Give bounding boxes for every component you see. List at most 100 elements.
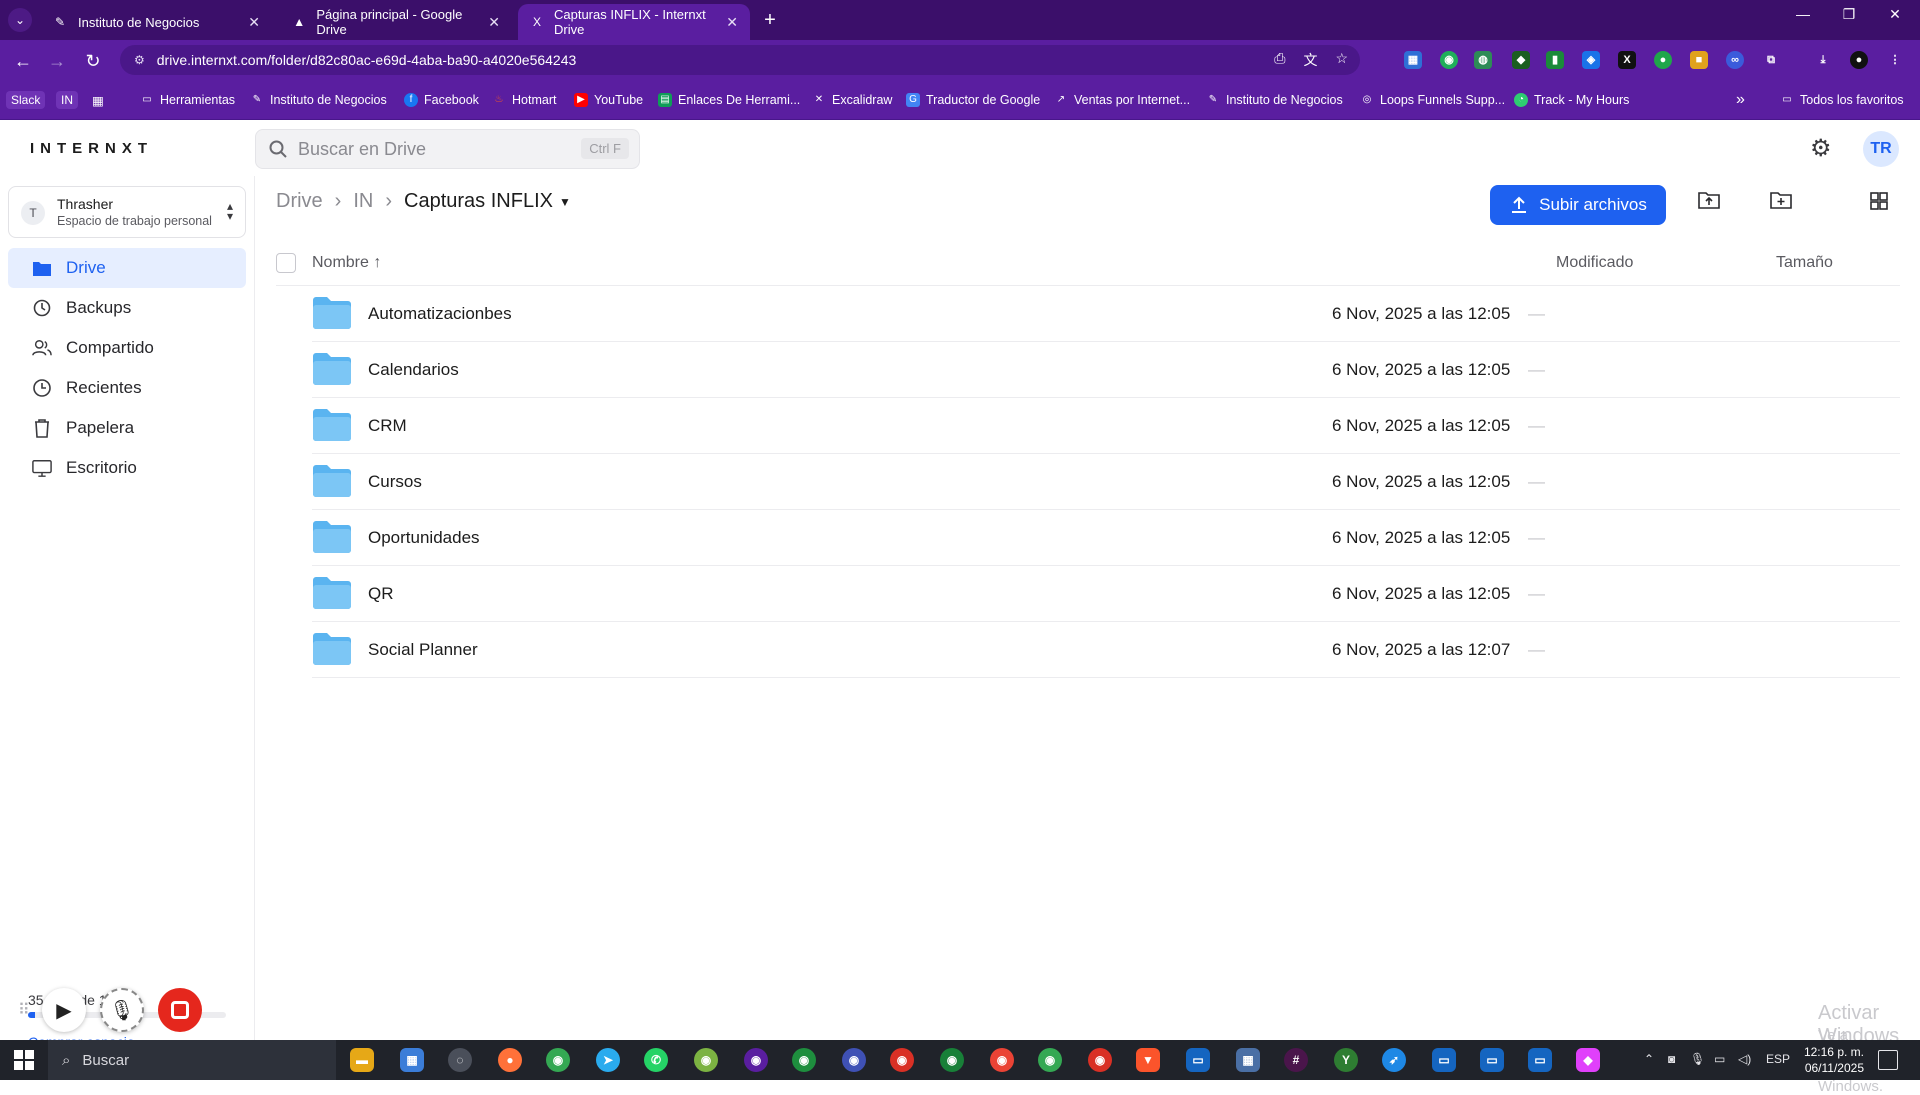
app-icon[interactable]: Y — [1334, 1048, 1358, 1072]
bookmark-herramientas[interactable]: ▭ Herramientas — [140, 90, 235, 110]
sidebar-item-escritorio[interactable]: Escritorio — [8, 448, 246, 488]
chrome-icon[interactable]: ◉ — [744, 1048, 768, 1072]
volume-icon[interactable]: ◁) — [1738, 1052, 1751, 1066]
tray-overflow-icon[interactable]: ⌃ — [1644, 1052, 1654, 1066]
close-icon[interactable]: ✕ — [726, 14, 738, 31]
gear-icon[interactable]: ⚙ — [1810, 134, 1832, 163]
back-icon[interactable]: ← — [10, 48, 36, 74]
language-indicator[interactable]: ESP — [1766, 1052, 1790, 1066]
new-tab-icon[interactable]: + — [758, 8, 782, 32]
extension-icon[interactable]: ◍ — [1474, 51, 1492, 69]
close-icon[interactable]: ✕ — [488, 14, 500, 31]
bookmark-facebook[interactable]: f Facebook — [404, 90, 479, 110]
sidebar-item-recientes[interactable]: Recientes — [8, 368, 246, 408]
sidebar-item-compartido[interactable]: Compartido — [8, 328, 246, 368]
sidebar-item-backups[interactable]: Backups — [8, 288, 246, 328]
table-row[interactable]: Social Planner 6 Nov, 2025 a las 12:07 — — [312, 622, 1900, 678]
select-all-checkbox[interactable] — [276, 253, 296, 273]
bookmark-instituto[interactable]: ✎ Instituto de Negocios — [250, 90, 387, 110]
windows-start-icon[interactable] — [14, 1050, 34, 1070]
calculator-icon[interactable]: ▦ — [1236, 1048, 1260, 1072]
download-icon[interactable]: ⤓ — [1814, 51, 1832, 69]
brave-icon[interactable]: ▼ — [1136, 1048, 1160, 1072]
bookmarks-overflow[interactable]: » — [1736, 90, 1745, 110]
search-input[interactable]: Buscar en Drive Ctrl F — [255, 129, 640, 169]
chrome-icon[interactable]: ◉ — [842, 1048, 866, 1072]
reload-icon[interactable]: ↻ — [80, 48, 106, 74]
app-icon[interactable]: ▭ — [1186, 1048, 1210, 1072]
apps-grid-icon[interactable]: ▦ — [92, 90, 104, 110]
column-name[interactable]: Nombre ↑ — [312, 254, 381, 272]
table-row[interactable]: Cursos 6 Nov, 2025 a las 12:05 — — [312, 454, 1900, 510]
sidebar-item-papelera[interactable]: Papelera — [8, 408, 246, 448]
new-folder-icon[interactable] — [1764, 188, 1798, 222]
internxt-logo[interactable]: INTERNXT — [30, 140, 153, 157]
breadcrumb-drive[interactable]: Drive — [276, 190, 323, 213]
slack-icon[interactable]: # — [1284, 1048, 1308, 1072]
bookmark-enlaces[interactable]: ▤ Enlaces De Herrami... — [658, 90, 800, 110]
extension-icon[interactable]: ● — [1654, 51, 1672, 69]
table-row[interactable]: Automatizacionbes 6 Nov, 2025 a las 12:05… — [312, 286, 1900, 342]
bookmark-in[interactable]: IN — [56, 90, 78, 110]
taskbar-search[interactable]: ⌕ Buscar — [48, 1040, 336, 1080]
extension-icon[interactable]: ◆ — [1512, 51, 1530, 69]
address-bar[interactable]: ⚙ drive.internxt.com/folder/d82c80ac-e69… — [120, 45, 1360, 75]
upload-files-button[interactable]: Subir archivos — [1490, 185, 1666, 225]
translate-icon[interactable]: 文 — [1303, 50, 1317, 70]
extension-icon[interactable]: ▮ — [1546, 51, 1564, 69]
close-icon[interactable]: ✕ — [248, 14, 260, 31]
firefox-icon[interactable]: ● — [498, 1048, 522, 1072]
extension-icon[interactable]: X — [1618, 51, 1636, 69]
network-icon[interactable]: ▭ — [1714, 1052, 1725, 1066]
camera-icon[interactable]: ◙ — [1668, 1052, 1675, 1066]
bookmark-excalidraw[interactable]: ✕ Excalidraw — [812, 90, 893, 110]
stop-recording-button[interactable] — [158, 988, 202, 1032]
bookmark-star-icon[interactable]: ☆ — [1335, 50, 1348, 70]
camera-icon[interactable]: ▶ — [42, 988, 86, 1032]
telegram-icon[interactable]: ➤ — [596, 1048, 620, 1072]
site-settings-icon[interactable]: ⚙ — [134, 53, 145, 67]
clock[interactable]: 12:16 p. m. 06/11/2025 — [1796, 1044, 1864, 1076]
chrome-icon[interactable]: ◉ — [990, 1048, 1014, 1072]
extension-icon[interactable]: ◈ — [1582, 51, 1600, 69]
notifications-icon[interactable] — [1878, 1050, 1898, 1070]
chrome-icon[interactable]: ◉ — [890, 1048, 914, 1072]
tab-instituto[interactable]: ✎ Instituto de Negocios ✕ — [40, 4, 272, 40]
whatsapp-icon[interactable]: ✆ — [644, 1048, 668, 1072]
install-app-icon[interactable]: ⎙ — [1274, 50, 1285, 70]
all-bookmarks[interactable]: ▭ Todos los favoritos — [1780, 90, 1903, 110]
chrome-icon[interactable]: ◉ — [792, 1048, 816, 1072]
tab-internxt[interactable]: X Capturas INFLIX - Internxt Drive ✕ — [518, 4, 750, 40]
app-icon[interactable]: ▭ — [1480, 1048, 1504, 1072]
bookmark-track[interactable]: ◔ Track - My Hours — [1514, 90, 1629, 110]
app-icon[interactable]: ▭ — [1432, 1048, 1456, 1072]
file-explorer-icon[interactable]: ▬ — [350, 1048, 374, 1072]
avatar[interactable]: TR — [1863, 131, 1899, 167]
chrome-icon[interactable]: ◉ — [1038, 1048, 1062, 1072]
extension-icon[interactable]: ∞ — [1726, 51, 1744, 69]
table-row[interactable]: CRM 6 Nov, 2025 a las 12:05 — — [312, 398, 1900, 454]
app-icon[interactable]: ▭ — [1528, 1048, 1552, 1072]
drag-handle-icon[interactable]: ⠿ — [18, 1000, 30, 1020]
bookmark-loops[interactable]: ◎ Loops Funnels Supp... — [1360, 90, 1505, 110]
grid-view-icon[interactable] — [1862, 188, 1896, 222]
column-modified[interactable]: Modificado — [1556, 254, 1633, 272]
chrome-icon[interactable]: ◉ — [694, 1048, 718, 1072]
app-icon[interactable]: ◌ — [448, 1048, 472, 1072]
browser-menu-icon[interactable]: ⋮ — [1886, 51, 1904, 69]
chrome-icon[interactable]: ◉ — [1088, 1048, 1112, 1072]
profile-icon[interactable]: ● — [1850, 51, 1868, 69]
table-row[interactable]: QR 6 Nov, 2025 a las 12:05 — — [312, 566, 1900, 622]
bookmark-instituto-2[interactable]: ✎ Instituto de Negocios — [1206, 90, 1343, 110]
workspace-selector[interactable]: T Thrasher Espacio de trabajo personal ▴… — [8, 186, 246, 238]
bookmark-youtube[interactable]: ▶ YouTube — [574, 90, 643, 110]
breadcrumb-current-folder[interactable]: Capturas INFLIX — [404, 190, 553, 213]
bookmark-hotmart[interactable]: ♨ Hotmart — [492, 90, 557, 110]
window-close-icon[interactable]: ✕ — [1872, 6, 1918, 23]
chrome-icon[interactable]: ◉ — [546, 1048, 570, 1072]
minimize-icon[interactable]: — — [1780, 6, 1826, 22]
bookmark-ventas[interactable]: ↗ Ventas por Internet... — [1054, 90, 1190, 110]
app-icon[interactable]: ➶ — [1382, 1048, 1406, 1072]
app-icon[interactable]: ◆ — [1576, 1048, 1600, 1072]
microphone-icon[interactable]: 🎙 — [1690, 1052, 1705, 1066]
